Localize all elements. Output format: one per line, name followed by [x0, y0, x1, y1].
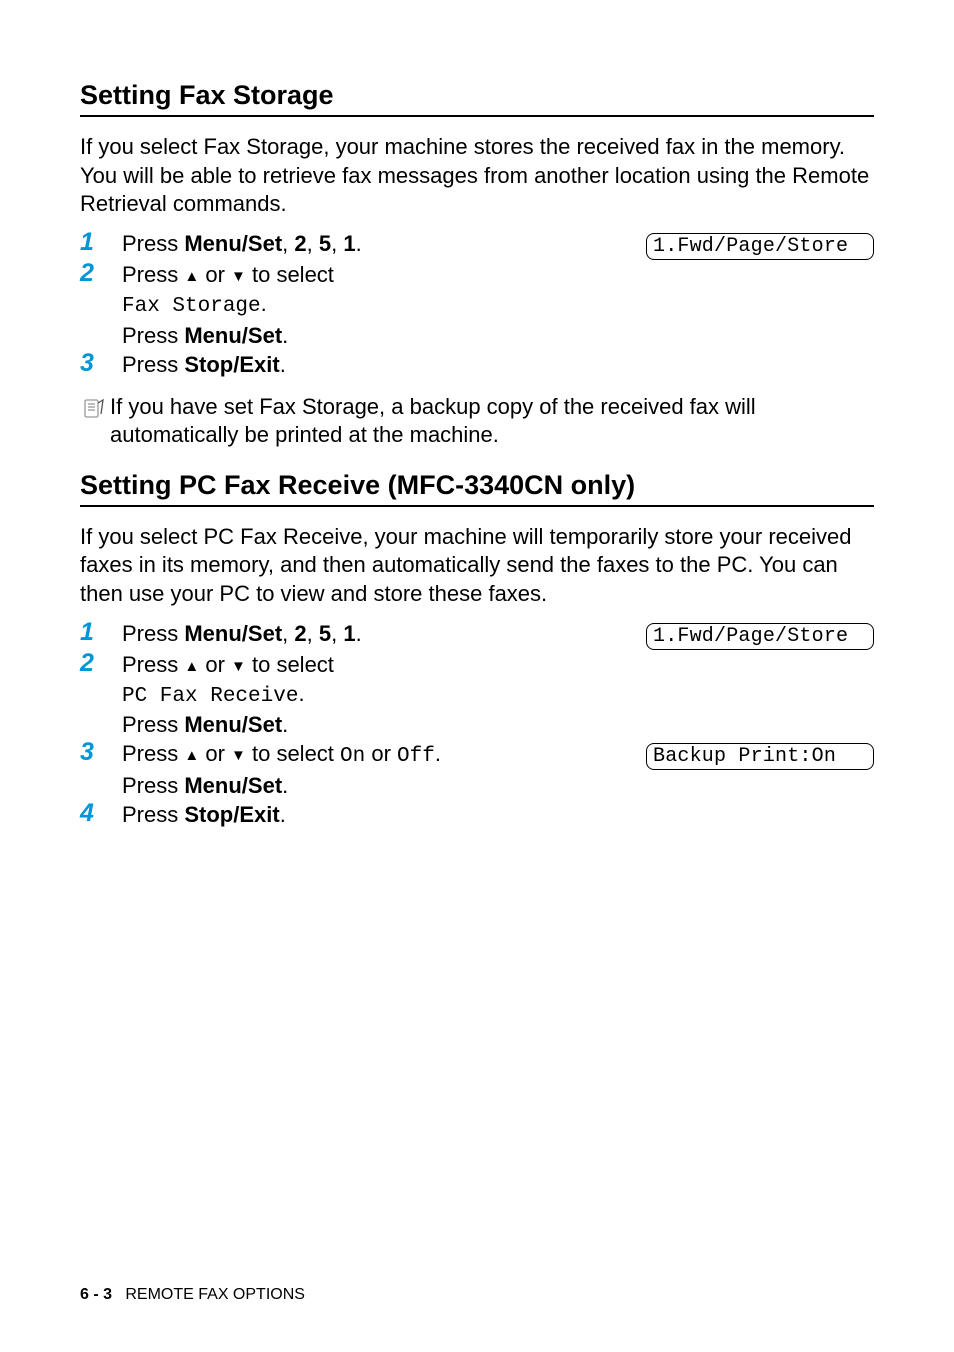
lcd-display: Backup Print:On: [646, 743, 874, 770]
step-4: 4 Press Stop/Exit.: [80, 800, 874, 829]
step-number: 2: [80, 260, 122, 286]
step-text: Press ▲ or ▼ to select: [122, 650, 334, 679]
intro-fax-storage: If you select Fax Storage, your machine …: [80, 133, 874, 219]
step-text: Press Menu/Set.: [122, 710, 334, 739]
intro-pc-fax: If you select PC Fax Receive, your machi…: [80, 523, 874, 609]
up-arrow-icon: ▲: [184, 747, 199, 764]
lcd-display: 1.Fwd/Page/Store: [646, 623, 874, 650]
step-text: Press ▲ or ▼ to select: [122, 260, 334, 289]
heading-fax-storage: Setting Fax Storage: [80, 80, 874, 117]
steps-pc-fax: 1 Press Menu/Set, 2, 5, 1. 1.Fwd/Page/St…: [80, 619, 874, 830]
step-1: 1 Press Menu/Set, 2, 5, 1. 1.Fwd/Page/St…: [80, 229, 874, 260]
step-text: Press ▲ or ▼ to select On or Off.: [122, 739, 441, 771]
step-text-mono: PC Fax Receive.: [122, 679, 334, 711]
steps-fax-storage: 1 Press Menu/Set, 2, 5, 1. 1.Fwd/Page/St…: [80, 229, 874, 379]
page-number: 6 - 3: [80, 1286, 112, 1303]
step-text-mono: Fax Storage.: [122, 289, 334, 321]
step-text: Press Stop/Exit.: [122, 802, 286, 827]
step-number: 3: [80, 739, 122, 765]
step-text: Press Stop/Exit.: [122, 352, 286, 377]
step-1: 1 Press Menu/Set, 2, 5, 1. 1.Fwd/Page/St…: [80, 619, 874, 650]
footer-title: REMOTE FAX OPTIONS: [125, 1286, 305, 1303]
up-arrow-icon: ▲: [184, 658, 199, 675]
lcd-display: 1.Fwd/Page/Store: [646, 233, 874, 260]
step-number: 1: [80, 619, 122, 645]
step-text: Press Menu/Set.: [122, 771, 441, 800]
step-number: 4: [80, 800, 122, 826]
down-arrow-icon: ▼: [231, 658, 246, 675]
step-number: 2: [80, 650, 122, 676]
page: Setting Fax Storage If you select Fax St…: [0, 0, 954, 1352]
step-2: 2 Press ▲ or ▼ to select Fax Storage. Pr…: [80, 260, 874, 350]
note-icon: [80, 393, 110, 428]
step-2: 2 Press ▲ or ▼ to select PC Fax Receive.…: [80, 650, 874, 740]
step-text: Press Menu/Set, 2, 5, 1.: [122, 231, 362, 256]
down-arrow-icon: ▼: [231, 268, 246, 285]
down-arrow-icon: ▼: [231, 747, 246, 764]
note-text: If you have set Fax Storage, a backup co…: [110, 393, 874, 450]
step-number: 1: [80, 229, 122, 255]
step-number: 3: [80, 350, 122, 376]
up-arrow-icon: ▲: [184, 268, 199, 285]
step-text: Press Menu/Set.: [122, 321, 334, 350]
step-3: 3 Press ▲ or ▼ to select On or Off. Pres…: [80, 739, 874, 800]
page-footer: 6 - 3 REMOTE FAX OPTIONS: [80, 1286, 305, 1304]
heading-pc-fax: Setting PC Fax Receive (MFC-3340CN only): [80, 470, 874, 507]
step-3: 3 Press Stop/Exit.: [80, 350, 874, 379]
note-fax-storage: If you have set Fax Storage, a backup co…: [80, 393, 874, 450]
step-text: Press Menu/Set, 2, 5, 1.: [122, 621, 362, 646]
